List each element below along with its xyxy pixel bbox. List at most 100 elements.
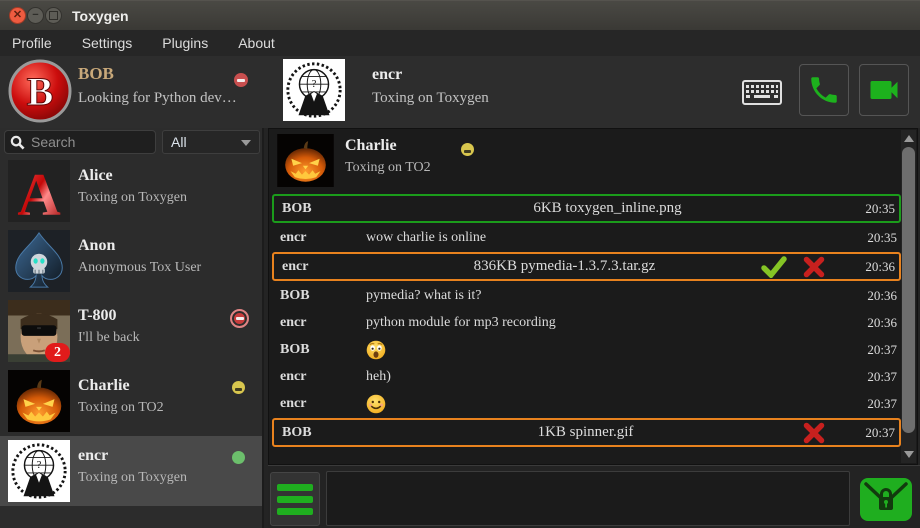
maximize-icon (49, 11, 58, 20)
header-bar: B BOB Looking for Python dev… ? encr Tox… (0, 56, 920, 128)
contact-filter-dropdown[interactable]: All (162, 130, 260, 154)
contact-row-anon[interactable]: Anon Anonymous Tox User (0, 226, 262, 296)
scroll-up-arrow[interactable] (904, 135, 914, 142)
fearful-face-emoji (366, 340, 386, 360)
contact-row-t800[interactable]: T-800 I'll be back 2 (0, 296, 262, 366)
close-button[interactable]: ✕ (9, 7, 26, 24)
busy-status-icon (230, 309, 249, 328)
message-emoji (366, 394, 849, 414)
file-transfer-row: BOB 1KB spinner.gif 20:37 (272, 418, 901, 447)
menu-bar: Profile Settings Plugins About (0, 30, 920, 56)
chat-panel: Charlie Toxing on TO2 BOB 6KB toxygen_in… (268, 128, 918, 465)
avatar-encr: ? (8, 440, 70, 502)
message-sender: encr (280, 396, 366, 412)
file-transfer-actions (761, 256, 825, 278)
file-transfer-actions (803, 422, 825, 444)
contact-row-charlie[interactable]: Charlie Toxing on TO2 (0, 366, 262, 436)
video-call-button[interactable] (859, 64, 909, 116)
message-time: 20:35 (847, 201, 895, 217)
contact-name: Alice (78, 167, 113, 185)
contact-status-message: Toxing on Toxygen (78, 190, 187, 206)
search-icon (10, 135, 25, 150)
search-row: All (0, 128, 262, 156)
online-status-icon (232, 451, 245, 464)
scrollbar-thumb[interactable] (902, 147, 915, 433)
contact-name: Charlie (78, 377, 130, 395)
file-transfer-label: 1KB spinner.gif (368, 424, 803, 441)
send-message-button[interactable] (858, 474, 914, 524)
keyboard-icon (742, 80, 782, 110)
contact-row-alice[interactable]: A Alice Toxing on Toxygen (0, 156, 262, 226)
message-text: pymedia? what is it? (366, 288, 849, 304)
phone-icon (807, 73, 841, 107)
menu-plugins[interactable]: Plugins (147, 30, 223, 56)
scroll-down-arrow[interactable] (904, 451, 914, 458)
contact-filter-value: All (171, 134, 187, 150)
message-row: BOB pymedia? what is it? 20:36 (272, 282, 901, 309)
composer-bar (268, 465, 920, 528)
message-text: heh) (366, 369, 849, 385)
chat-peer-avatar (277, 134, 334, 187)
minimize-button[interactable]: − (27, 7, 44, 24)
cross-icon (803, 256, 825, 278)
menu-settings[interactable]: Settings (67, 30, 148, 56)
message-row: BOB 20: (272, 336, 901, 363)
svg-text:?: ? (37, 460, 42, 471)
file-transfer-label: 836KB pymedia-1.3.7.3.tar.gz (368, 258, 761, 275)
file-transfer-row: BOB 6KB toxygen_inline.png 20:35 (272, 194, 901, 223)
menu-profile[interactable]: Profile (0, 30, 67, 56)
audio-call-button[interactable] (799, 64, 849, 116)
message-row: encr python module for mp3 recording 20:… (272, 309, 901, 336)
message-sender: BOB (282, 425, 368, 441)
chat-peer-name: Charlie (345, 137, 397, 155)
contacts-sidebar: All A Alice Toxing on Toxygen (0, 128, 264, 528)
message-text: wow charlie is online (366, 230, 849, 246)
message-time: 20:37 (849, 396, 897, 412)
message-sender: BOB (280, 342, 366, 358)
message-time: 20:35 (849, 230, 897, 246)
hamburger-menu-icon (277, 484, 313, 491)
video-camera-icon (866, 72, 902, 108)
chevron-down-icon (241, 140, 251, 146)
contact-name: Anon (78, 237, 115, 255)
conversation-peer-avatar: ? (283, 59, 345, 121)
accept-transfer-button[interactable] (761, 256, 787, 278)
self-busy-status-icon[interactable] (234, 73, 248, 87)
svg-text:?: ? (312, 79, 317, 90)
message-emoji (366, 340, 849, 360)
window-title: Toxygen (72, 1, 129, 31)
title-bar: ✕ − Toxygen (0, 0, 920, 30)
contact-status-message: I'll be back (78, 330, 140, 346)
self-avatar[interactable]: B (8, 59, 72, 123)
smileys-menu-button[interactable] (270, 472, 320, 526)
chat-peer-status: Toxing on TO2 (345, 160, 431, 176)
avatar-alice: A (8, 160, 70, 222)
cancel-transfer-button[interactable] (803, 422, 825, 444)
smiling-face-emoji (366, 394, 386, 414)
message-row: encr wow charlie is online 20:35 (272, 224, 901, 251)
away-status-icon (232, 381, 245, 394)
away-status-icon (461, 143, 474, 156)
message-time: 20:36 (847, 259, 895, 275)
search-box[interactable] (4, 130, 156, 154)
maximize-button[interactable] (45, 7, 62, 24)
message-input[interactable] (326, 471, 850, 526)
message-time: 20:37 (849, 369, 897, 385)
message-list: BOB 6KB toxygen_inline.png 20:35 encr wo… (272, 193, 901, 448)
message-time: 20:37 (849, 342, 897, 358)
toxygen-window: ✕ − Toxygen Profile Settings Plugins Abo… (0, 0, 920, 528)
file-transfer-label: 6KB toxygen_inline.png (368, 200, 847, 217)
search-input[interactable] (29, 133, 155, 151)
contact-status-message: Anonymous Tox User (78, 260, 201, 276)
decline-transfer-button[interactable] (803, 256, 825, 278)
avatar-anon (8, 230, 70, 292)
self-name: BOB (78, 64, 114, 84)
unread-count-badge: 2 (45, 343, 70, 362)
cross-icon (803, 422, 825, 444)
contact-name: encr (78, 447, 108, 465)
contact-row-encr[interactable]: ? encr Toxing on Toxygen (0, 436, 262, 506)
chat-scrollbar[interactable] (901, 130, 916, 463)
hamburger-menu-icon (277, 508, 313, 515)
menu-about[interactable]: About (223, 30, 290, 56)
conversation-peer-status: Toxing on Toxygen (372, 90, 489, 107)
